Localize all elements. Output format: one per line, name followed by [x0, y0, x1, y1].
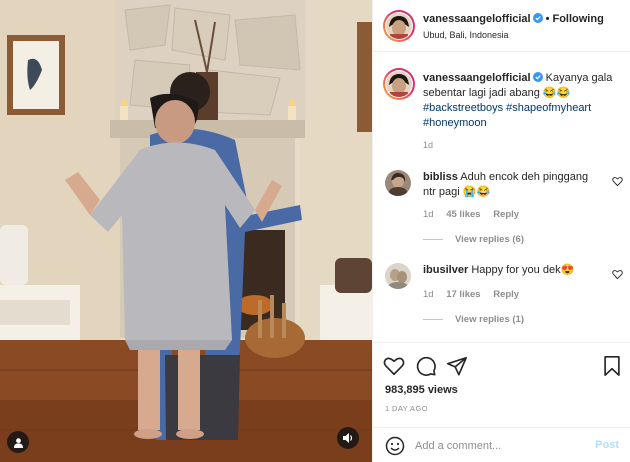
comment-username[interactable]: bibliss — [423, 171, 458, 183]
commenter-avatar[interactable] — [385, 263, 411, 289]
comment-likes[interactable]: 45 likes — [446, 209, 480, 220]
speaker-icon — [343, 433, 353, 443]
share-icon[interactable] — [446, 355, 468, 377]
caption-avatar-image — [386, 71, 412, 97]
verified-badge-icon — [532, 13, 543, 23]
post-comment-button[interactable]: Post — [595, 439, 619, 451]
post-side-panel: vanessaangelofficial • Following Ubud, Bal… — [372, 0, 630, 462]
add-comment-input[interactable] — [415, 436, 575, 456]
post-actions: 983,895 views 1 DAY AGO Post — [373, 342, 630, 462]
heart-icon[interactable] — [383, 355, 405, 377]
bookmark-icon[interactable] — [601, 355, 623, 377]
caption-time: 1d — [423, 140, 434, 150]
emoji-icon[interactable] — [385, 436, 405, 456]
comment-username[interactable]: ibusilver — [423, 264, 468, 276]
tagged-users-button[interactable] — [7, 431, 29, 453]
caption-avatar[interactable] — [383, 68, 415, 100]
comment-like-icon[interactable] — [612, 176, 623, 187]
post-location[interactable]: Ubud, Bali, Indonesia — [423, 30, 509, 40]
audio-toggle-button[interactable] — [337, 427, 359, 449]
comment-reply-button[interactable]: Reply — [493, 289, 519, 300]
comment-meta: 1d 17 likes Reply — [423, 289, 529, 300]
following-button[interactable]: Following — [552, 13, 603, 25]
verified-badge-icon — [532, 72, 543, 82]
post-date[interactable]: 1 DAY AGO — [385, 404, 428, 413]
comment-icon[interactable] — [415, 355, 437, 377]
comment-likes[interactable]: 17 likes — [446, 289, 480, 300]
comment-reply-button[interactable]: Reply — [493, 209, 519, 220]
post-header: vanessaangelofficial • Following Ubud, Bal… — [373, 0, 630, 52]
commenter-avatar[interactable] — [385, 170, 411, 196]
comment-time: 1d — [423, 209, 434, 220]
comment-time: 1d — [423, 289, 434, 300]
post-media[interactable] — [0, 0, 372, 462]
view-replies-button[interactable]: View replies (1) — [423, 314, 524, 325]
video-frame[interactable] — [0, 0, 372, 462]
follow-separator: • — [545, 13, 550, 25]
author-avatar-image — [386, 13, 412, 39]
author-username[interactable]: vanessaangelofficial — [423, 13, 531, 25]
author-avatar[interactable] — [383, 10, 415, 42]
add-comment-bar: Post — [373, 427, 630, 462]
view-replies-button[interactable]: View replies (6) — [423, 234, 524, 245]
caption-hashtags[interactable]: #backstreetboys #shapeofmyheart #honeymo… — [423, 102, 591, 129]
comment-like-icon[interactable] — [612, 269, 623, 280]
comment-text: Happy for you dek😍 — [471, 264, 575, 276]
comment-meta: 1d 45 likes Reply — [423, 209, 529, 220]
caption-username[interactable]: vanessaangelofficial — [423, 72, 531, 84]
user-tag-icon — [13, 437, 23, 448]
view-count[interactable]: 983,895 views — [385, 384, 458, 396]
